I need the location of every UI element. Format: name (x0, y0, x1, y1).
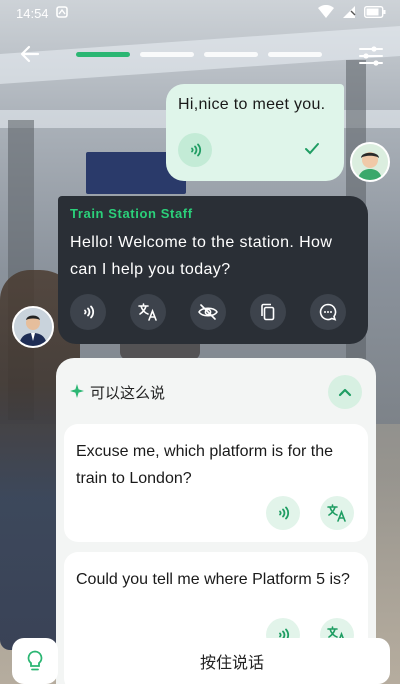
chat-feedback-icon[interactable] (310, 294, 346, 330)
chevron-up-icon[interactable] (328, 375, 362, 409)
check-icon (304, 140, 332, 161)
user-avatar (350, 142, 390, 182)
settings-sliders-icon[interactable] (358, 44, 384, 68)
wifi-icon (318, 4, 334, 22)
lesson-progress (76, 52, 322, 57)
speaker-icon[interactable] (70, 294, 106, 330)
copy-icon[interactable] (250, 294, 286, 330)
suggestion-text: Excuse me, which platform is for the tra… (76, 443, 333, 487)
staff-message-text: Hello! Welcome to the station. How can I… (70, 234, 333, 278)
status-bar: 14:54 (0, 0, 400, 26)
suggestion-title: 可以这么说 (90, 384, 166, 402)
translate-icon[interactable] (130, 294, 166, 330)
lightbulb-icon[interactable] (12, 638, 58, 684)
progress-segment-3 (204, 52, 258, 57)
user-message-bubble: Hi,nice to meet you. (166, 84, 344, 181)
signal-icon (342, 5, 356, 22)
progress-segment-1 (76, 52, 130, 57)
speaker-icon[interactable] (178, 133, 212, 167)
translate-icon[interactable] (320, 496, 354, 530)
suggestion-card[interactable]: Excuse me, which platform is for the tra… (64, 424, 368, 542)
speaker-name: Train Station Staff (70, 206, 193, 221)
message-toolbar (70, 294, 346, 330)
speaker-icon[interactable] (266, 496, 300, 530)
progress-segment-2 (140, 52, 194, 57)
status-time: 14:54 (16, 5, 49, 21)
user-message-text: Hi,nice to meet you. (178, 96, 326, 113)
progress-segment-4 (268, 52, 322, 57)
back-arrow-icon[interactable] (18, 42, 48, 72)
bottom-bar: 按住说话 (0, 636, 400, 684)
sparkle-icon (70, 383, 84, 401)
battery-icon (363, 5, 386, 21)
suggestion-text: Could you tell me where Platform 5 is? (76, 571, 350, 588)
staff-avatar (12, 306, 54, 348)
hide-icon[interactable] (190, 294, 226, 330)
hold-to-talk-button[interactable]: 按住说话 (74, 638, 390, 684)
suggestion-header: 可以这么说 (56, 358, 376, 426)
staff-message-bubble: Train Station Staff Hello! Welcome to th… (58, 196, 368, 344)
lesson-top-bar (0, 36, 400, 76)
notification-icon (55, 5, 69, 22)
